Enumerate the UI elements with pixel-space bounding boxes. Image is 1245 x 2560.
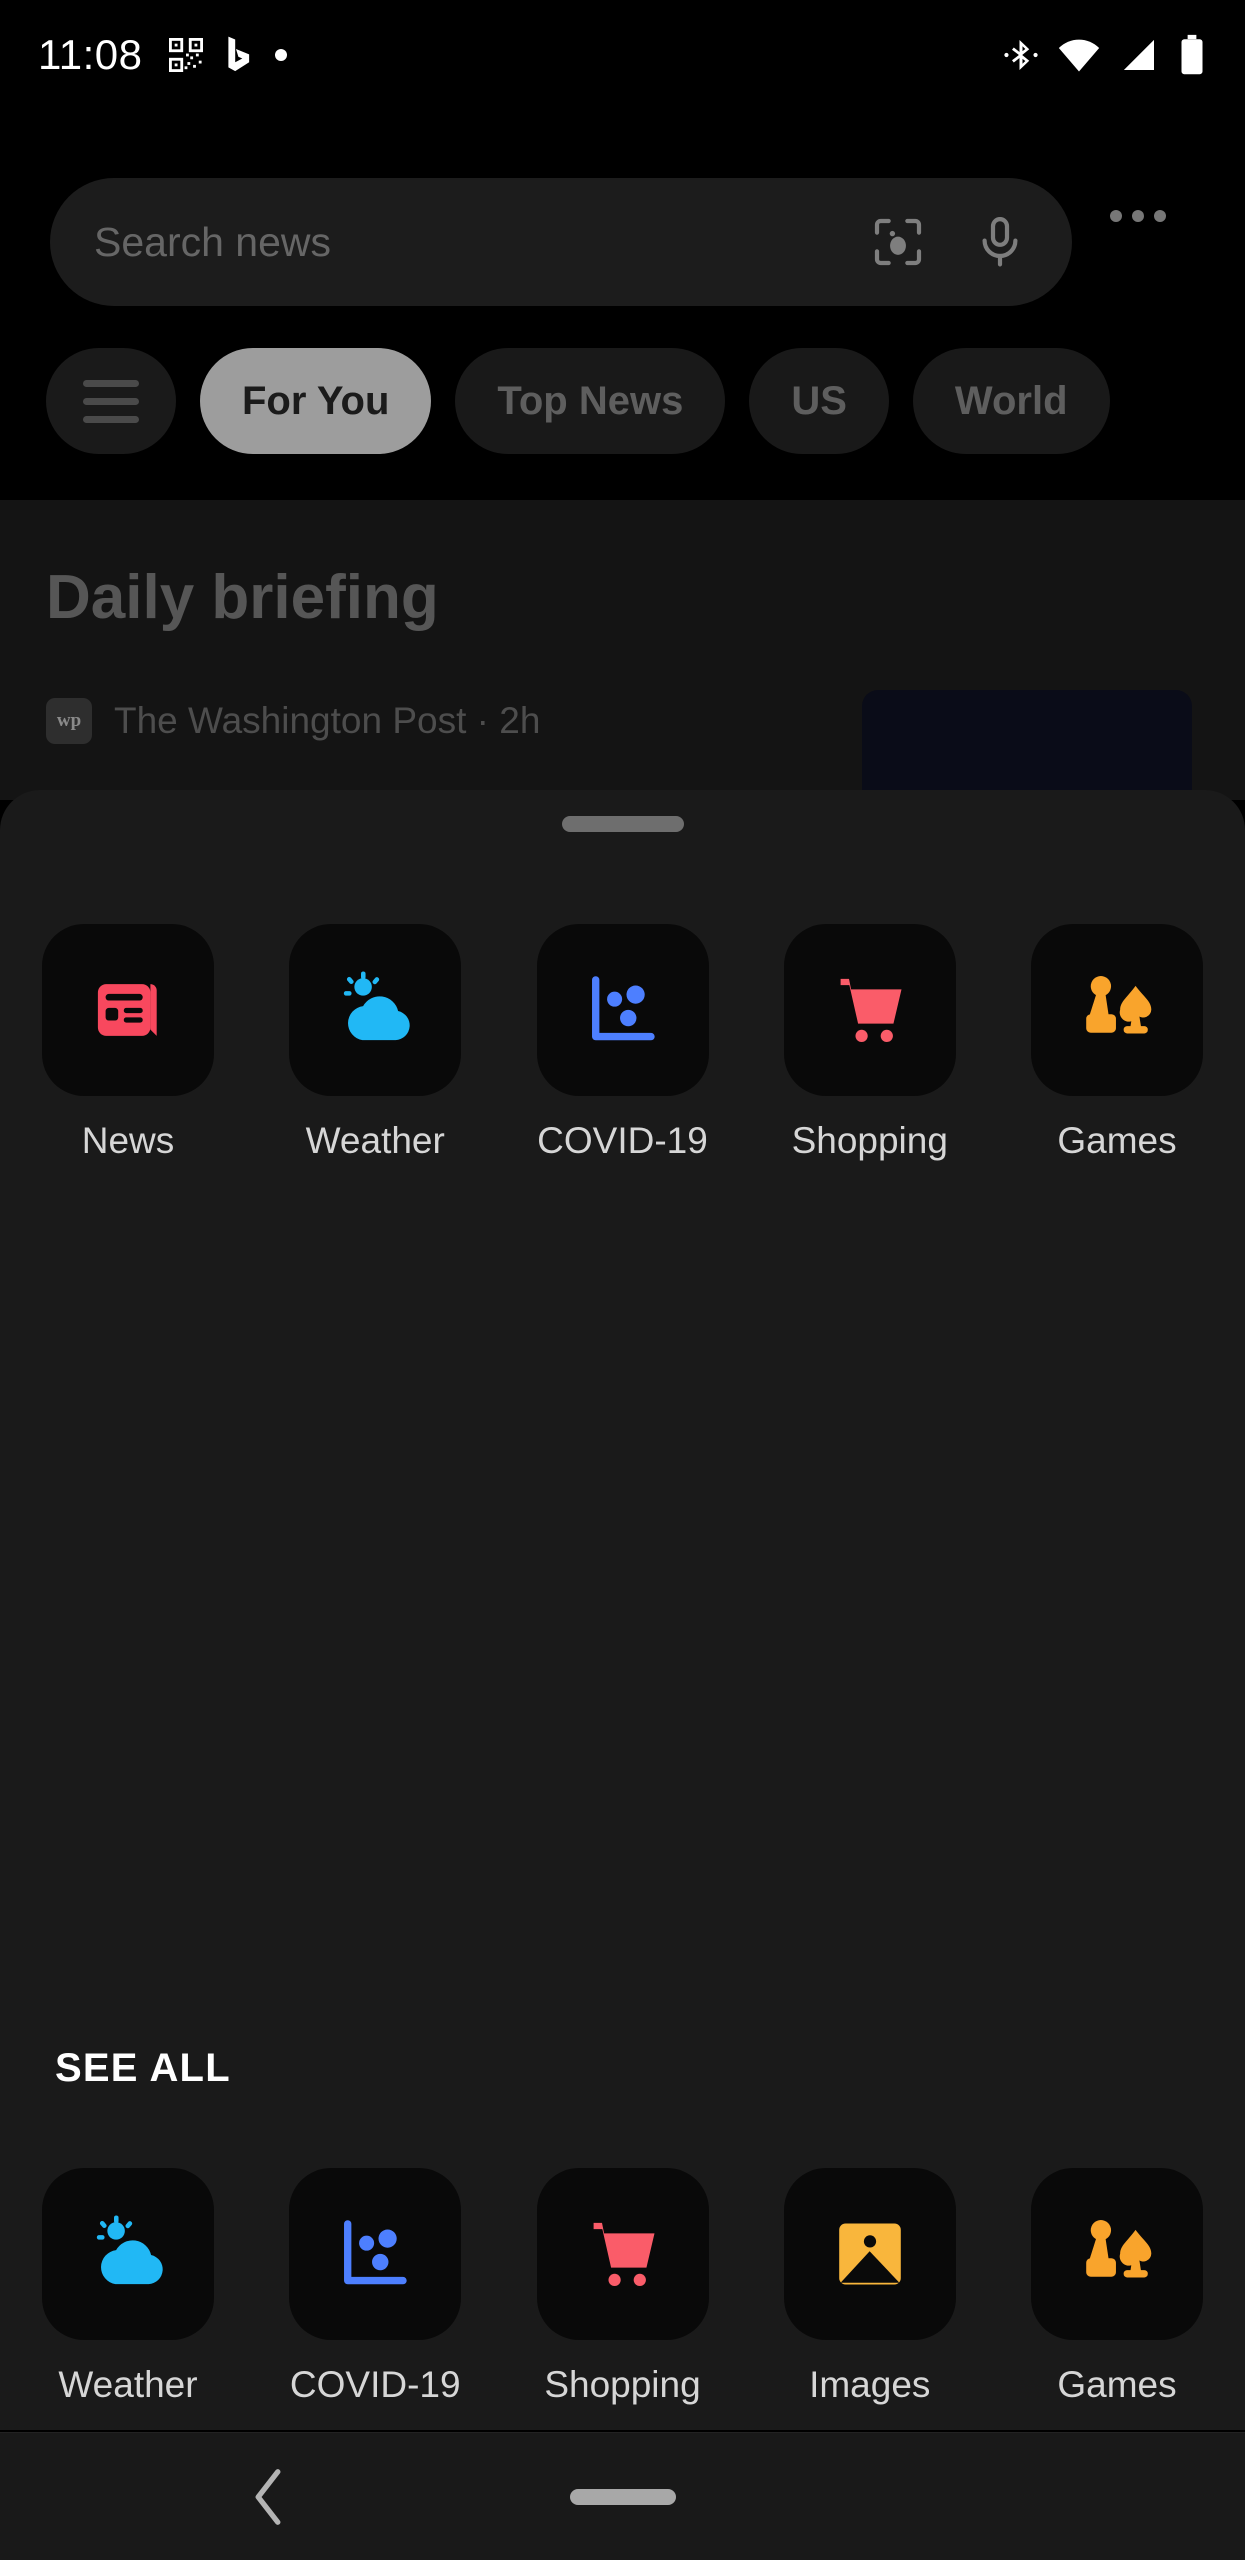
chess-pawn-spade-icon[interactable] [1031, 2168, 1203, 2340]
app-shortcut-label: Games [1057, 2364, 1177, 2405]
page-title: Daily briefing [46, 563, 439, 632]
washington-post-logo-icon: wp [46, 698, 92, 744]
qr-code-icon [168, 38, 203, 72]
app-shortcut-games[interactable]: Games [1031, 924, 1203, 1161]
status-bar-clock: 11:08 [38, 31, 143, 78]
article-source-row[interactable]: wp The Washington Post · 2h [46, 698, 540, 744]
status-bar-notification-icons [168, 36, 287, 74]
favorites-icon-row: News Weather COVID-19 Shopping Games [0, 924, 1245, 1161]
app-shortcut-label: Weather [58, 2364, 198, 2405]
see-all-row: Weather COVID-19 Shopping Images Games [0, 2168, 1245, 2405]
tab-top-news[interactable]: Top News [455, 348, 726, 454]
tab-us[interactable]: US [749, 348, 889, 454]
app-shortcut-label: COVID-19 [289, 2364, 461, 2405]
photo-icon[interactable] [783, 2168, 956, 2340]
search-bar[interactable]: Search news [50, 178, 1072, 306]
app-shortcut-label: COVID-19 [537, 1120, 708, 1161]
shopping-cart-icon[interactable] [783, 924, 956, 1096]
home-pill-icon[interactable] [569, 2488, 676, 2505]
hamburger-menu-icon[interactable] [46, 348, 176, 454]
app-shortcut-weather[interactable]: Weather [289, 924, 462, 1161]
app-shortcut-covid-19[interactable]: COVID-19 [536, 924, 709, 1161]
notification-dot-icon [274, 49, 287, 61]
microphone-icon[interactable] [972, 214, 1028, 270]
app-shortcut-news[interactable]: News [42, 924, 214, 1161]
cloud-sun-icon[interactable] [42, 2168, 214, 2340]
bing-logo-icon [227, 36, 249, 72]
app-shortcut-weather[interactable]: Weather [42, 2168, 214, 2405]
status-bar: 11:08 [0, 0, 1245, 110]
app-shortcut-label: News [81, 1120, 175, 1161]
visual-search-icon[interactable] [870, 214, 926, 270]
more-options-icon[interactable] [1110, 210, 1166, 222]
cloud-sun-icon[interactable] [289, 924, 462, 1096]
app-shortcut-covid-19[interactable]: COVID-19 [289, 2168, 462, 2405]
article-source-label: The Washington Post · 2h [114, 700, 541, 741]
scatter-plot-icon[interactable] [536, 924, 709, 1096]
wifi-icon [1058, 39, 1100, 72]
background-app: 11:08 Search news For You Top News US Wo… [0, 0, 1245, 810]
app-shortcut-games[interactable]: Games [1031, 2168, 1203, 2405]
app-shortcut-shopping[interactable]: Shopping [536, 2168, 709, 2405]
app-shortcut-images[interactable]: Images [783, 2168, 956, 2405]
app-shortcut-label: Shopping [791, 1120, 948, 1161]
daily-briefing-section: Daily briefing wp The Washington Post · … [0, 500, 1245, 810]
status-bar-system-icons [1003, 34, 1207, 76]
search-input[interactable]: Search news [94, 219, 870, 266]
app-shortcut-label: Shopping [544, 2364, 701, 2405]
app-shortcut-label: Images [809, 2364, 931, 2405]
chess-pawn-spade-icon[interactable] [1031, 924, 1203, 1096]
app-shortcut-bottom-sheet: News Weather COVID-19 Shopping Games SEE… [0, 790, 1245, 2560]
tab-for-you[interactable]: For You [200, 348, 432, 454]
see-all-heading: SEE ALL [55, 2046, 231, 2090]
app-shortcut-shopping[interactable]: Shopping [783, 924, 956, 1161]
phone-screen: 11:08 Search news For You Top News US Wo… [0, 0, 1245, 2560]
tab-world[interactable]: World [912, 348, 1110, 454]
battery-icon [1181, 34, 1203, 75]
newspaper-icon[interactable] [42, 924, 214, 1096]
favorites-row: News Weather COVID-19 Shopping Games [0, 924, 1245, 1161]
app-shortcut-label: Games [1057, 1120, 1177, 1161]
sheet-drag-handle[interactable] [561, 816, 684, 832]
shopping-cart-icon[interactable] [536, 2168, 709, 2340]
app-shortcut-label: Weather [305, 1120, 445, 1161]
bluetooth-icon [1004, 40, 1038, 70]
system-navigation-bar [0, 2432, 1245, 2560]
scatter-plot-icon[interactable] [289, 2168, 462, 2340]
cellular-signal-icon [1124, 40, 1154, 70]
category-tab-row: For You Top News US World [46, 348, 1110, 454]
back-chevron-icon[interactable] [248, 2468, 288, 2525]
